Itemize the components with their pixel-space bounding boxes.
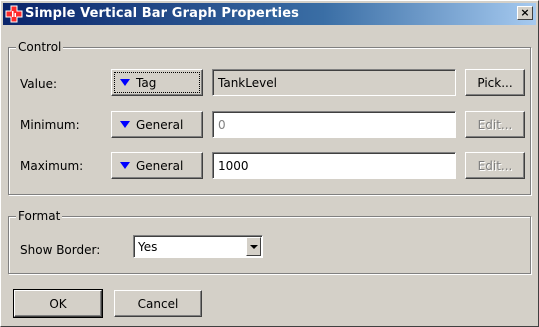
dropdown-triangle-icon: [120, 162, 130, 169]
minimum-edit-button[interactable]: Edit...: [465, 111, 525, 138]
maximum-type-button[interactable]: General: [111, 152, 203, 179]
close-button[interactable]: ×: [517, 6, 533, 20]
dropdown-triangle-icon: [120, 79, 130, 86]
maximum-label: Maximum:: [20, 159, 84, 173]
format-legend: Format: [16, 209, 63, 223]
value-type-button[interactable]: Tag: [111, 69, 203, 96]
close-icon: ×: [520, 6, 530, 19]
minimum-edit-label: Edit...: [477, 117, 513, 132]
minimum-label: Minimum:: [20, 118, 80, 132]
maximum-edit-label: Edit...: [477, 158, 513, 173]
maximum-type-label: General: [136, 158, 184, 173]
value-tag-text: TankLevel: [218, 75, 277, 90]
value-type-label: Tag: [136, 75, 157, 90]
select-dropdown-arrow[interactable]: [246, 237, 261, 256]
pick-button-label: Pick...: [477, 75, 513, 90]
ok-button[interactable]: OK: [13, 289, 103, 318]
minimum-input[interactable]: 0: [212, 111, 456, 138]
pick-button[interactable]: Pick...: [465, 69, 525, 96]
show-border-select[interactable]: Yes: [133, 235, 263, 258]
value-tag-field[interactable]: TankLevel: [212, 69, 456, 96]
ok-button-label: OK: [49, 296, 67, 311]
dialog-window: Simple Vertical Bar Graph Properties × C…: [0, 0, 539, 327]
dropdown-triangle-icon: [120, 121, 130, 128]
maximum-input-text: 1000: [218, 158, 249, 173]
cancel-button[interactable]: Cancel: [114, 290, 202, 317]
minimum-input-text: 0: [218, 117, 226, 132]
value-label: Value:: [20, 77, 57, 91]
title-bar[interactable]: Simple Vertical Bar Graph Properties ×: [3, 3, 536, 25]
chevron-down-icon: [249, 244, 258, 249]
cancel-button-label: Cancel: [137, 296, 179, 311]
app-cross-icon: [5, 5, 23, 23]
maximum-input[interactable]: 1000: [212, 152, 456, 179]
maximum-edit-button[interactable]: Edit...: [465, 152, 525, 179]
show-border-value: Yes: [138, 239, 158, 254]
minimum-type-label: General: [136, 117, 184, 132]
window-title: Simple Vertical Bar Graph Properties: [25, 6, 299, 21]
control-legend: Control: [16, 40, 64, 54]
show-border-label: Show Border:: [20, 243, 101, 257]
minimum-type-button[interactable]: General: [111, 111, 203, 138]
